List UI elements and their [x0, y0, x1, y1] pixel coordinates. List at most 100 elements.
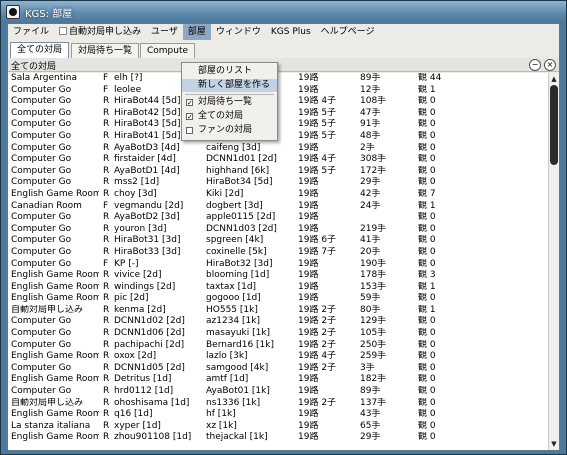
type-cell: F — [103, 73, 109, 83]
vertical-scrollbar[interactable]: ▲ ▼ — [548, 73, 559, 450]
room-menu-item-2[interactable]: ✓ 対局待ち一覧 — [182, 96, 277, 109]
observers-cell: 観 0 — [418, 212, 436, 223]
type-cell: R — [103, 96, 110, 107]
room-menu-item-1[interactable]: 新しく部屋を作る — [182, 79, 277, 92]
type-cell: R — [103, 304, 110, 315]
moves-cell: 129手 — [360, 316, 387, 327]
game-row[interactable]: Computer Go R HiraBot44 [5d] 19路 4子 108手観 0 — [8, 96, 548, 108]
board-cell: 19路 2子 — [298, 397, 337, 408]
game-row[interactable]: Computer Go Rhrd0112 [1d] AyaBot01 [1k] 19路… — [8, 386, 548, 398]
observers-cell: 観 0 — [418, 293, 436, 304]
game-row[interactable]: Computer Go Rmss2 [1d] HiraBot34 [5d] 19路 29… — [8, 177, 548, 189]
menu-item-2[interactable]: ユーザ — [146, 24, 183, 40]
game-row[interactable]: Computer Go R AyaBotD1 [4d] highhand [6k] 19… — [8, 166, 548, 178]
room-menu-item-label: 部屋のリスト — [198, 66, 253, 76]
board-cell: 19路 4子 — [298, 154, 337, 165]
black-player-cell: ns1336 [1k] — [206, 397, 261, 408]
room-cell: Computer Go — [11, 223, 72, 234]
white-player-cell: ohoshisama [1d] — [114, 397, 190, 408]
game-row[interactable]: English Game Room Rwindings [2d] taxtax [1… — [8, 282, 548, 294]
game-row[interactable]: Computer Go R DCNN1d06 [2d] masayuki [1k] 19… — [8, 328, 548, 340]
moves-cell: 59手 — [360, 293, 381, 304]
game-row[interactable]: Computer Go R HiraBot33 [3d] coxinelle [5k]… — [8, 247, 548, 259]
type-cell: R — [103, 362, 110, 373]
game-row[interactable]: La stanza italiana Rxyper [1d] xz [1k] 19路 6… — [8, 421, 548, 433]
room-menu-item-3[interactable]: ✓ 全ての対局 — [182, 110, 277, 123]
game-row[interactable]: English Game Room Rpic [2d] gogooo [1d] 19路… — [8, 293, 548, 305]
menu-item-0[interactable]: ファイル — [8, 24, 54, 40]
game-row[interactable]: Computer Go Rpachipachi [2d] Bernard16 [1k… — [8, 340, 548, 352]
board-cell: 19路 — [298, 293, 319, 304]
white-player-cell: DCNN1d06 [2d] — [114, 328, 185, 339]
game-row[interactable]: English Game Room R Detritus [1d] amtf [1d]… — [8, 374, 548, 386]
white-player-cell: hrd0112 [1d] — [114, 386, 174, 397]
close-panel-icon[interactable]: × — [544, 59, 556, 71]
kgs-app-icon — [6, 5, 20, 19]
menu-item-6[interactable]: ヘルプページ — [316, 24, 380, 40]
room-menu-item-0[interactable]: 部屋のリスト — [182, 65, 277, 78]
room-cell: Computer Go — [11, 142, 72, 153]
game-row[interactable]: Computer Go R DCNN1d02 [2d] az1234 [1k] 19路 … — [8, 316, 548, 328]
room-cell: Computer Go — [11, 246, 72, 257]
game-row[interactable]: Computer Go R DCNN1d05 [2d] samgood [4k] 19路… — [8, 363, 548, 375]
observers-cell: 観 0 — [418, 246, 436, 257]
checked-checkbox-icon: ✓ — [186, 113, 193, 121]
board-cell: 19路 4子 — [298, 351, 337, 362]
menu-item-4[interactable]: ウィンドウ — [211, 24, 266, 40]
game-row[interactable]: English Game Room Roxox [2d] lazlo [3k] 19路… — [8, 351, 548, 363]
game-row[interactable]: Computer Go R AyaBotD3 [4d] caifeng [3d] 19路… — [8, 143, 548, 155]
type-cell: R — [103, 420, 110, 431]
room-menu-item-4[interactable]: ファンの対局 — [182, 124, 277, 137]
game-row[interactable]: Computer Go F KP [-] HiraBot32 [3d] 19路 190手 観… — [8, 259, 548, 271]
game-row[interactable]: Computer GoRHiraBot43 [5d]TIGA [1k]19路 5… — [8, 119, 548, 131]
game-row[interactable]: 自動対局申し込み Rohoshisama [1d] ns1336 [1k] 19路 2… — [8, 398, 548, 410]
title-bar[interactable]: KGS: 部屋 — [1, 1, 566, 23]
game-row[interactable]: Computer Go R AyaBotD2 [3d] apple0115 [2d] 1… — [8, 212, 548, 224]
game-row[interactable]: English Game Room Rchoy [3d] Kiki [2d] 19路 4… — [8, 189, 548, 201]
game-row[interactable]: Computer Go R HiraBot31 [3d] spgreen [4k] 19… — [8, 235, 548, 247]
game-row[interactable]: English Game Room Rzhou901108 [1d] thejack… — [8, 432, 548, 444]
type-cell: R — [103, 374, 110, 385]
white-player-cell: vivice [2d] — [114, 270, 162, 281]
game-row[interactable]: English Game Room Rq16 [1d] hf [1k] 19路 43手 観… — [8, 409, 548, 421]
board-cell: 19路 — [298, 73, 319, 83]
game-row[interactable]: 自動対局申し込み Rkenma [2d] HO555 [1k] 19路 2子 80手 観 … — [8, 305, 548, 317]
board-cell: 19路 — [298, 188, 319, 199]
black-player-cell: lazlo [3k] — [206, 351, 248, 362]
moves-cell: 3手 — [360, 362, 375, 373]
room-cell: Computer Go — [11, 386, 72, 397]
moves-cell: 29手 — [360, 177, 381, 188]
black-player-cell: amtf [1d] — [206, 374, 249, 385]
kgs-window: KGS: 部屋 ファイル 自動対局申し込み ユーザ 部屋 ウィンドウ KGS Plus ヘル… — [0, 0, 567, 455]
scroll-thumb[interactable] — [550, 85, 558, 165]
game-row[interactable]: Sala Argentina Felh [?] 19路 89手観 44 — [8, 73, 548, 85]
game-row[interactable]: Computer GoRHiraBot41 [5d]Megalith [2k]1… — [8, 131, 548, 143]
white-player-cell: windings [2d] — [114, 281, 176, 292]
minimize-panel-icon[interactable]: − — [529, 59, 541, 71]
black-player-cell: dogbert [3d] — [206, 200, 263, 211]
white-player-cell: mss2 [1d] — [114, 177, 160, 188]
tab-computer-go[interactable]: Compute — [140, 43, 196, 58]
white-player-cell: kenma [2d] — [114, 304, 166, 315]
menu-item-1[interactable]: 自動対局申し込み — [54, 24, 146, 40]
game-row[interactable]: Canadian Room Fvegmandu [2d] dogbert [3d] 1… — [8, 201, 548, 213]
game-row[interactable]: Computer Go R HiraBot42 [5d] 19路 5子 47手観 0 — [8, 108, 548, 120]
observers-cell: 観 0 — [418, 142, 436, 153]
menu-item-3[interactable]: 部屋 — [182, 24, 211, 40]
auto-match-checkbox-icon[interactable] — [59, 27, 68, 35]
type-cell: R — [103, 130, 110, 141]
game-row[interactable]: English Game Room Rvivice [2d] blooming [1… — [8, 270, 548, 282]
game-row[interactable]: Computer Go Rfirstaider [4d] DCNN1d01 [2d]… — [8, 154, 548, 166]
game-row[interactable]: Computer Go Ryouron [3d] DCNN1d03 [2d] 19路 2… — [8, 224, 548, 236]
scroll-down-icon[interactable]: ▼ — [549, 439, 559, 449]
type-cell: R — [103, 386, 110, 397]
white-player-cell: DCNN1d05 [2d] — [114, 362, 185, 373]
tab-all-games[interactable]: 全ての対局 — [10, 42, 70, 58]
tab-challenges[interactable]: 対局待ち一覧 — [71, 43, 140, 58]
menu-item-5[interactable]: KGS Plus — [266, 24, 316, 40]
scroll-up-icon[interactable]: ▲ — [549, 74, 559, 84]
moves-cell: 41手 — [360, 235, 381, 246]
game-row[interactable]: Computer Go Fleolee 19路 12手観 1 — [8, 85, 548, 97]
board-cell: 19路 — [298, 374, 319, 385]
observers-cell: 観 1 — [418, 200, 436, 211]
